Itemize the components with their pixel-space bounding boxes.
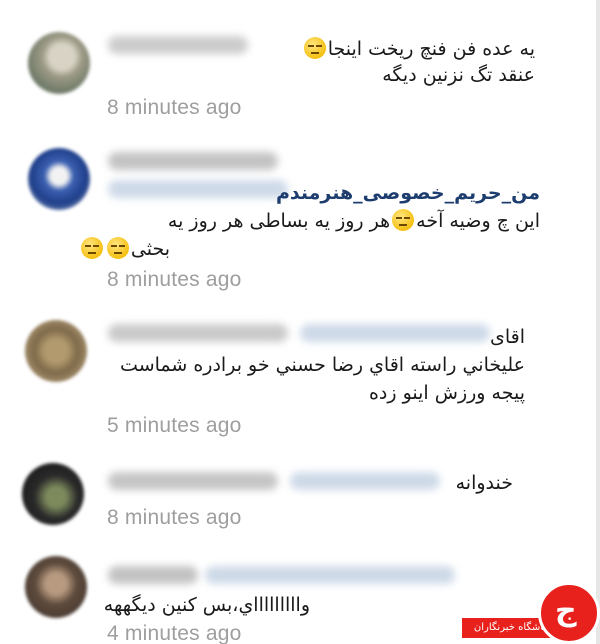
comment-text: عليخاني راسته اقاي رضا حسني خو برادره شم… [120,354,525,376]
username-blurred[interactable] [108,324,288,342]
comment-text: یه عده فن فنچ ریخت اینجا [302,36,535,62]
username-blurred[interactable] [108,36,248,54]
smile-face-emoji-icon [392,209,415,231]
avatar[interactable] [25,556,87,618]
sad-face-emoji-icon [106,237,129,259]
username-blurred[interactable] [108,472,278,490]
avatar[interactable] [28,32,90,94]
avatar[interactable] [28,148,90,210]
timestamp: 4 minutes ago [107,622,242,644]
mention-blurred[interactable] [300,324,490,342]
news-agency-logo: باشگاه خبرنگاران ج [462,582,600,644]
mention-blurred[interactable] [290,472,440,490]
avatar[interactable] [22,463,84,525]
comment-text: خندوانه [455,472,513,494]
username-blurred[interactable] [108,566,198,584]
timestamp: 8 minutes ago [107,96,242,119]
avatar[interactable] [25,320,87,382]
comment-text: بحثی [79,236,170,262]
timestamp: 8 minutes ago [107,506,242,529]
timestamp: 8 minutes ago [107,268,242,291]
mention-link[interactable]: من_حریم_خصوصی_هنرمندم [276,180,540,206]
comment-text: اقای [489,326,525,348]
comment-text: عنقد تگ نزنین دیگه [382,64,535,86]
comment-text: پیجه ورزش اینو زده [368,382,525,404]
neutral-face-emoji-icon [303,37,326,59]
mention-blurred[interactable] [205,566,455,584]
scroll-edge [596,0,600,644]
timestamp: 5 minutes ago [107,414,242,437]
neutral-face-emoji-icon [80,237,103,259]
comment-text: واااااااااي،بس کنین دیگههه [103,594,310,616]
logo-mark: ج [538,582,600,644]
mention-blurred[interactable] [108,180,288,198]
logo-glyph: ج [555,593,577,628]
username-blurred[interactable] [108,152,278,170]
comment-text: این چ وضیه آخه هر روز یه بساطی هر روز یه [167,209,540,232]
